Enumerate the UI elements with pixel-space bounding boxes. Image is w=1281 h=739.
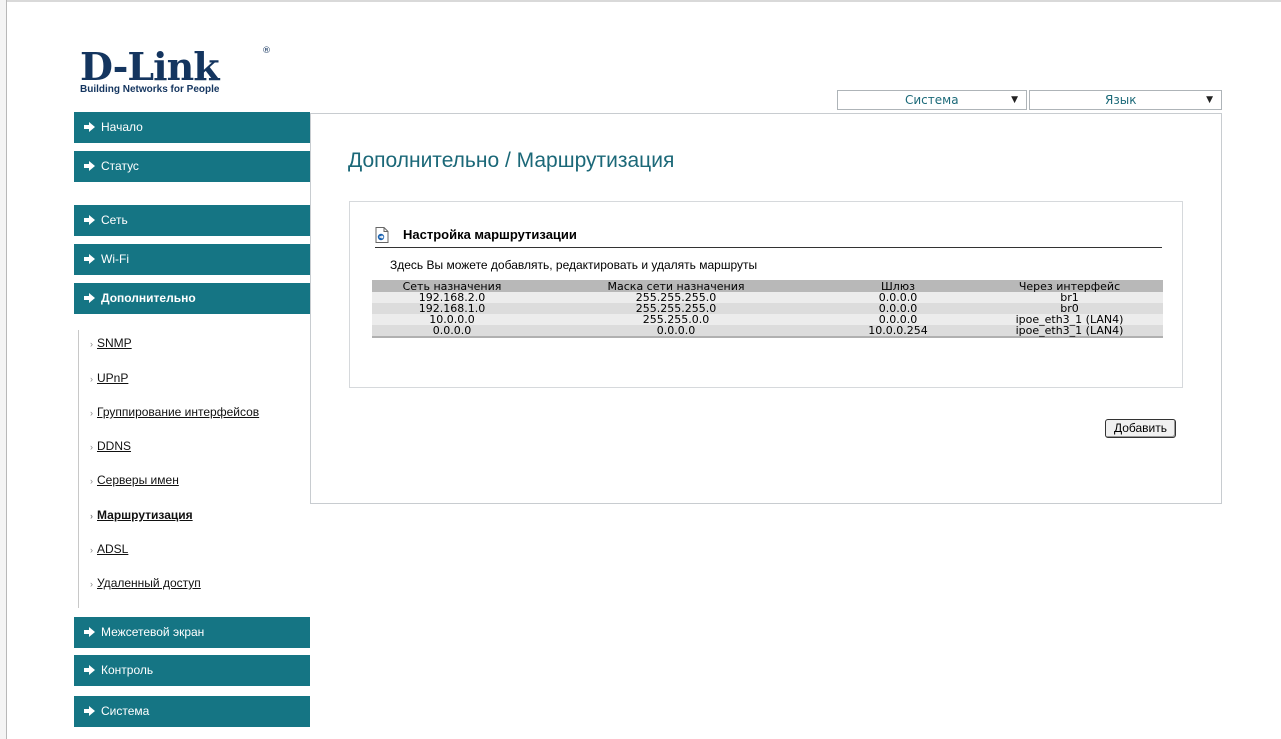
language-select[interactable]: Язык ▼ [1029, 90, 1222, 110]
add-button[interactable]: Добавить [1105, 419, 1176, 438]
system-select-value: Система [905, 93, 959, 107]
sub-item-upnp[interactable]: › UPnP [90, 371, 128, 385]
chevron-down-icon: ▼ [1206, 95, 1213, 105]
system-select[interactable]: Система ▼ [837, 90, 1027, 110]
sub-item-ddns[interactable]: › DDNS [90, 439, 131, 453]
sub-item-label: Удаленный доступ [97, 576, 201, 590]
chevron-down-icon: ▼ [1011, 95, 1018, 105]
bullet-icon: › [90, 339, 93, 349]
logo-tagline: Building Networks for People [80, 84, 220, 95]
sidebar-item-firewall[interactable]: Межсетевой экран [74, 617, 310, 648]
arrow-right-icon [84, 122, 95, 132]
sub-item-adsl[interactable]: › ADSL [90, 542, 128, 556]
sub-item-remote-access[interactable]: › Удаленный доступ [90, 576, 201, 590]
sub-item-name-servers[interactable]: › Серверы имен [90, 473, 179, 487]
arrow-right-icon [84, 161, 95, 171]
sidebar-item-label: Статус [101, 159, 139, 173]
bullet-icon: › [90, 408, 93, 418]
sidebar-item-wifi[interactable]: Wi-Fi [74, 244, 310, 275]
sidebar-item-label: Сеть [101, 213, 128, 227]
table-row[interactable]: 192.168.2.0 255.255.255.0 0.0.0.0 br1 [372, 292, 1163, 303]
page-title: Дополнительно / Маршрутизация [348, 149, 675, 172]
sub-item-label: DDNS [97, 439, 132, 453]
routing-settings-section: Настройка маршрутизации Здесь Вы можете … [349, 201, 1183, 388]
arrow-right-icon [84, 254, 95, 264]
bullet-icon: › [90, 374, 93, 384]
routes-table: Сеть назначения Маска сети назначения Шл… [372, 280, 1163, 338]
logo-brand: D-Link [80, 44, 220, 89]
table-cell: ipoe_eth3_1 (LAN4) [976, 325, 1163, 337]
sidebar-item-home[interactable]: Начало [74, 112, 310, 143]
main-panel: Дополнительно / Маршрутизация Настройка … [310, 113, 1222, 504]
sub-item-interface-grouping[interactable]: › Группирование интерфейсов [90, 405, 259, 419]
arrow-right-icon [84, 215, 95, 225]
sub-item-label: Серверы имен [97, 473, 179, 487]
table-row[interactable]: 0.0.0.0 0.0.0.0 10.0.0.254 ipoe_eth3_1 (… [372, 325, 1163, 337]
table-cell: 10.0.0.254 [820, 325, 976, 337]
section-header: Настройка маршрутизации [375, 225, 1162, 248]
dlink-logo: D-Link ® Building Networks for People [80, 44, 271, 95]
section-title: Настройка маршрутизации [403, 227, 577, 242]
arrow-right-icon [84, 293, 95, 303]
sub-item-label: UPnP [97, 371, 129, 385]
bullet-icon: › [90, 579, 93, 589]
bullet-icon: › [90, 545, 93, 555]
sidebar-item-label: Система [101, 704, 150, 718]
table-cell: 0.0.0.0 [372, 325, 532, 337]
arrow-right-icon [84, 706, 95, 716]
sub-item-label: Группирование интерфейсов [97, 405, 260, 419]
bullet-icon: › [90, 511, 93, 521]
table-header-row: Сеть назначения Маска сети назначения Шл… [372, 280, 1163, 292]
sidebar-item-label: Контроль [101, 663, 154, 677]
sidebar-item-label: Межсетевой экран [101, 625, 205, 639]
window-top-border [0, 0, 1281, 2]
bullet-icon: › [90, 442, 93, 452]
sidebar-item-label: Wi-Fi [101, 252, 129, 266]
sub-item-label: Маршрутизация [97, 508, 193, 522]
bullet-icon: › [90, 476, 93, 486]
sub-item-label: ADSL [97, 542, 129, 556]
table-cell: 0.0.0.0 [532, 325, 820, 337]
language-select-value: Язык [1105, 93, 1137, 107]
sidebar-item-status[interactable]: Статус [74, 151, 310, 182]
sidebar-item-label: Дополнительно [101, 291, 196, 305]
sidebar-item-label: Начало [101, 120, 143, 134]
sidebar-item-network[interactable]: Сеть [74, 205, 310, 236]
window-left-border [0, 0, 7, 739]
sidebar-item-control[interactable]: Контроль [74, 655, 310, 686]
arrow-right-icon [84, 665, 95, 675]
sidebar: Начало Статус Сеть Wi-Fi Дополнительно ›… [74, 112, 310, 739]
sidebar-item-system[interactable]: Система [74, 696, 310, 727]
sidebar-item-advanced[interactable]: Дополнительно [74, 283, 310, 314]
sub-item-label: SNMP [97, 336, 132, 350]
document-arrow-icon [375, 227, 389, 243]
arrow-right-icon [84, 627, 95, 637]
logo-registered-mark: ® [262, 46, 271, 56]
section-description: Здесь Вы можете добавлять, редактировать… [390, 258, 758, 272]
sub-item-snmp[interactable]: › SNMP [90, 336, 132, 350]
sub-item-routing[interactable]: › Маршрутизация [90, 508, 193, 522]
